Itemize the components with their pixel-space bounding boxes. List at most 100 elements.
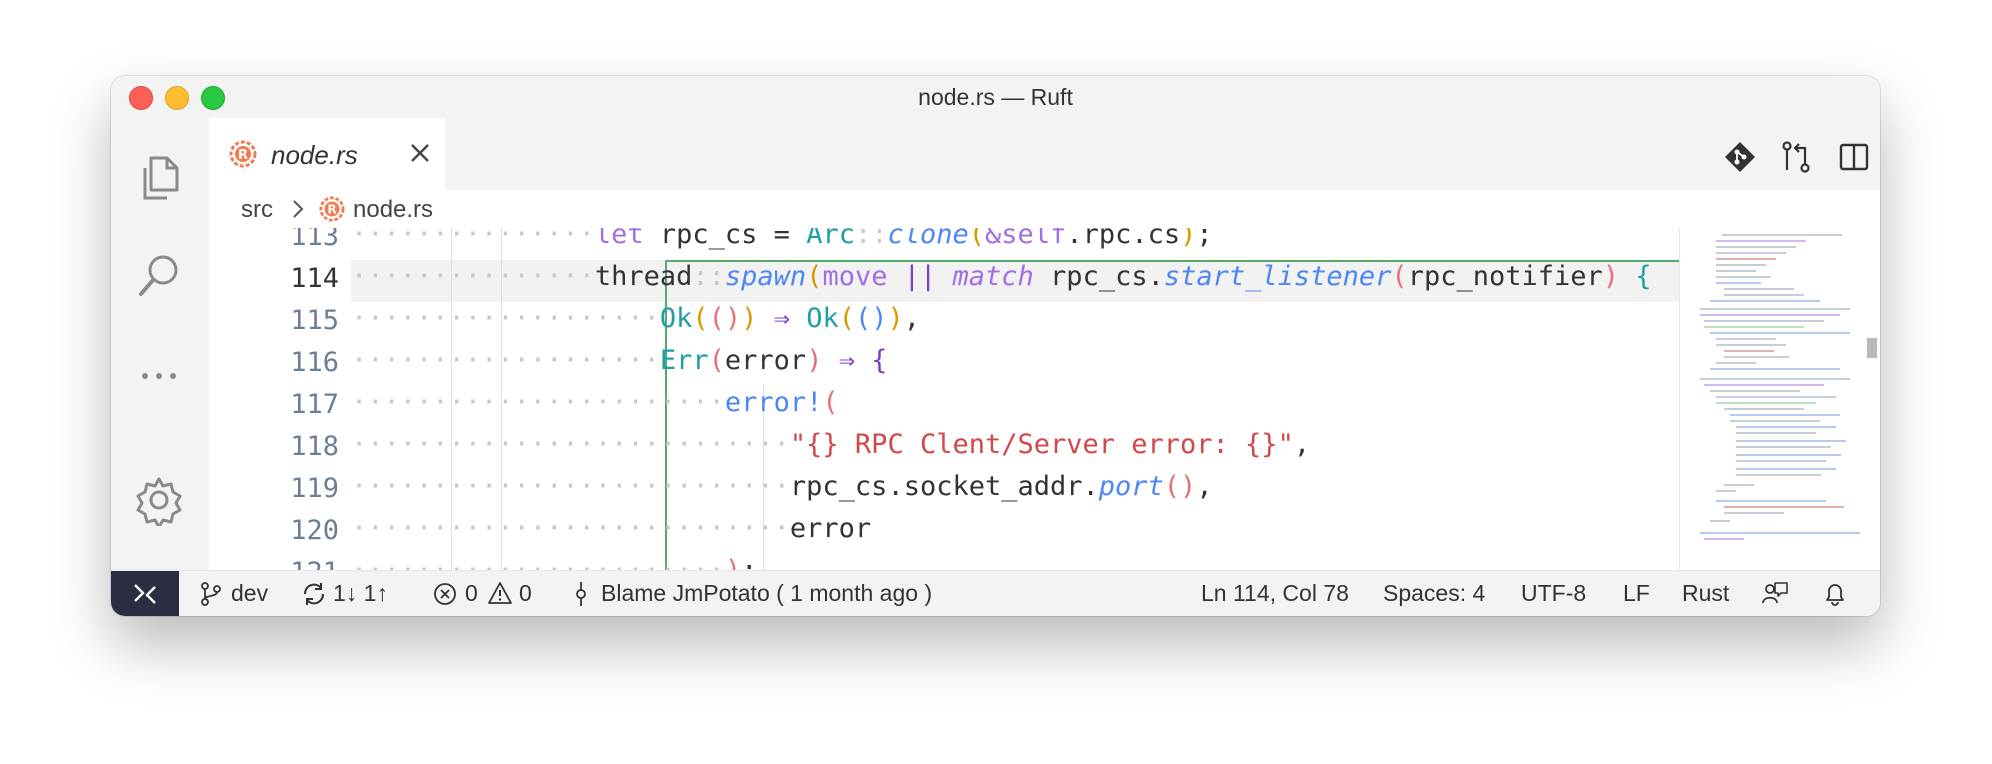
code-token: , xyxy=(903,303,921,334)
minimap-line xyxy=(1710,332,1850,334)
minimap-line xyxy=(1724,512,1784,514)
code-token: || xyxy=(887,261,953,292)
code-line: ···························rpc_cs.socket… xyxy=(351,471,1213,502)
code-token: ; xyxy=(741,555,757,570)
code-line: ···············thread::spawn(move || mat… xyxy=(351,261,1652,292)
minimap-line xyxy=(1710,390,1800,392)
minimap-line xyxy=(1724,356,1789,358)
minimap-line xyxy=(1710,520,1730,522)
more-icon[interactable] xyxy=(133,350,185,402)
code-token: spawn xyxy=(724,261,807,292)
tab-node-rs[interactable]: R node.rs xyxy=(209,118,445,190)
minimap-line xyxy=(1736,454,1841,456)
code-editor[interactable]: 113 114 115 116 117 118 119 120 121 ····… xyxy=(209,228,1679,570)
code-line: ···························error xyxy=(351,513,872,544)
line-number: 116 xyxy=(290,347,339,378)
minimap-line xyxy=(1716,500,1826,502)
minimap-line xyxy=(1736,460,1826,462)
minimap-line xyxy=(1704,326,1804,328)
minimap-scroll-indicator[interactable] xyxy=(1867,338,1877,358)
code-token: thread xyxy=(594,261,693,292)
code-token: ( xyxy=(838,303,855,334)
close-icon[interactable] xyxy=(409,142,431,164)
encoding[interactable]: UTF-8 xyxy=(1521,580,1586,607)
code-line: ·······················); xyxy=(351,550,757,570)
code-token: ⇒ xyxy=(757,303,807,334)
minimap-line xyxy=(1716,402,1816,404)
minimap-line xyxy=(1716,362,1756,364)
minimap-line xyxy=(1730,420,1820,422)
code-token: let xyxy=(594,228,644,250)
sync-icon[interactable] xyxy=(301,581,327,607)
indentation[interactable]: Spaces: 4 xyxy=(1383,580,1485,607)
code-token: ) xyxy=(1602,261,1620,292)
code-token: move xyxy=(822,261,888,292)
minimap-line xyxy=(1716,282,1761,284)
breadcrumb-folder[interactable]: src xyxy=(241,196,273,224)
minimap-line xyxy=(1724,288,1794,290)
code-token: match xyxy=(952,261,1034,292)
sync-status[interactable]: 1↓ 1↑ xyxy=(333,580,388,607)
title-bar: node.rs — Ruft xyxy=(111,76,1880,118)
language-mode[interactable]: Rust xyxy=(1682,580,1729,607)
code-token: error! xyxy=(724,387,823,418)
minimap-line xyxy=(1724,484,1754,486)
error-count[interactable]: 0 xyxy=(465,580,478,607)
rust-icon: R xyxy=(319,196,345,222)
code-token: rpc_cs. xyxy=(1033,261,1164,292)
breadcrumb-file[interactable]: node.rs xyxy=(353,196,433,224)
end-of-line[interactable]: LF xyxy=(1623,580,1650,607)
minimap-line xyxy=(1710,368,1840,370)
breadcrumb: src R node.rs xyxy=(209,190,1880,228)
feedback-icon[interactable] xyxy=(1761,581,1789,607)
minimap[interactable] xyxy=(1679,228,1880,570)
branch-name[interactable]: dev xyxy=(231,580,268,607)
cursor-position[interactable]: Ln 114, Col 78 xyxy=(1201,580,1349,607)
status-bar: dev 1↓ 1↑ 0 0 Blame JmPotato ( 1 month a… xyxy=(111,570,1880,616)
code-token: ( xyxy=(968,228,986,250)
activity-bar xyxy=(111,118,209,570)
files-icon[interactable] xyxy=(133,152,185,204)
git-branch-icon xyxy=(201,582,221,606)
code-line: ·······················error!( xyxy=(351,387,839,418)
compare-changes-icon[interactable] xyxy=(1779,140,1813,174)
minimap-line xyxy=(1736,446,1831,448)
split-editor-icon[interactable] xyxy=(1837,140,1871,174)
tab-label: node.rs xyxy=(271,140,358,170)
code-token: &self xyxy=(985,228,1067,250)
code-token: ( xyxy=(708,345,725,376)
chevron-right-icon xyxy=(293,200,304,218)
svg-text:R: R xyxy=(327,203,337,217)
code-token: ( xyxy=(806,261,823,292)
error-icon xyxy=(434,583,456,605)
search-icon[interactable] xyxy=(133,250,185,302)
minimap-line xyxy=(1736,432,1816,434)
code-token: Ok xyxy=(659,303,693,334)
code-token: ; xyxy=(1196,228,1213,250)
code-line: ···················Err(error) ⇒ { xyxy=(351,345,888,376)
remote-indicator[interactable] xyxy=(111,571,179,616)
svg-text:R: R xyxy=(238,148,248,163)
line-number: 117 xyxy=(290,389,339,420)
settings-gear-icon[interactable] xyxy=(133,474,185,526)
code-token: ( xyxy=(822,387,839,418)
code-token: .rpc.cs xyxy=(1066,228,1181,250)
code-token: rpc_notifier xyxy=(1407,261,1603,292)
git-icon[interactable] xyxy=(1723,140,1757,174)
minimap-line xyxy=(1716,240,1806,242)
minimap-line xyxy=(1724,294,1804,296)
remote-icon xyxy=(134,584,156,604)
line-number: 115 xyxy=(290,305,339,336)
minimap-line xyxy=(1716,252,1786,254)
bell-icon[interactable] xyxy=(1823,581,1847,607)
git-commit-icon xyxy=(576,582,586,606)
line-number: 119 xyxy=(290,473,339,504)
code-token: ) xyxy=(725,555,741,570)
minimap-line xyxy=(1716,246,1796,248)
minimap-line xyxy=(1716,490,1736,492)
warning-count[interactable]: 0 xyxy=(519,580,532,607)
code-token: port xyxy=(1098,471,1164,502)
blame-info[interactable]: Blame JmPotato ( 1 month ago ) xyxy=(601,580,932,607)
code-token: start_listener xyxy=(1163,261,1392,292)
